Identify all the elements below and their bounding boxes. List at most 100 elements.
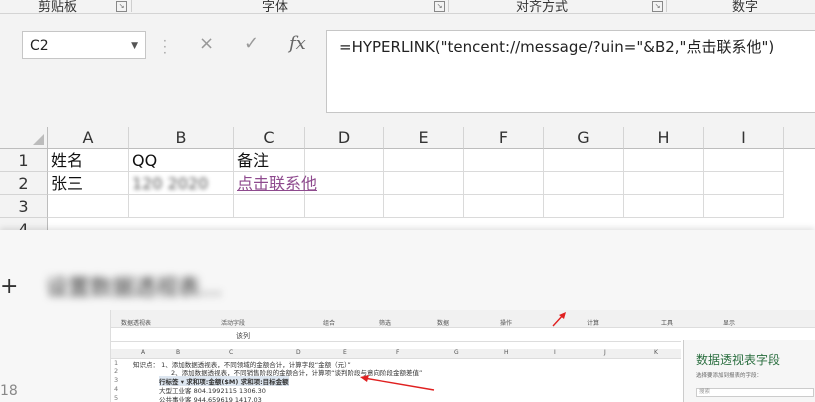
cell-c1[interactable]: 备注 [234, 149, 305, 172]
embedded-col-header: G [454, 349, 459, 356]
cell-b2[interactable]: 120 2020 [129, 172, 234, 195]
embedded-screenshot: 数据透视表 活动字段 组合 筛选 数据 操作 计算 工具 显示 该列 A B C… [110, 310, 815, 402]
cancel-icon[interactable]: × [199, 33, 214, 54]
cell-c2[interactable]: 点击联系他 [234, 172, 317, 195]
overlay-title-blurred: 设置数据透视表… [46, 276, 223, 301]
qq-number-blurred: 120 2020 [132, 174, 209, 193]
column-header-f[interactable]: F [464, 127, 544, 149]
column-header-next[interactable] [784, 127, 815, 149]
cell[interactable] [704, 149, 784, 172]
enter-check-icon[interactable]: ✓ [244, 33, 259, 54]
cell[interactable] [384, 195, 464, 218]
side-number: 18 [0, 383, 18, 399]
cell-b1[interactable]: QQ [129, 149, 234, 172]
embedded-formula-bar: 该列 [111, 329, 681, 342]
column-header-b[interactable]: B [129, 127, 234, 149]
embedded-row-number: 2 [114, 367, 119, 375]
font-launcher-icon[interactable]: ↘ [434, 1, 445, 12]
name-box-value: C2 [30, 38, 49, 54]
select-all-corner[interactable] [0, 127, 48, 149]
ribbon-divider [131, 0, 132, 12]
column-header-i[interactable]: I [704, 127, 784, 149]
clipboard-launcher-icon[interactable]: ↘ [116, 1, 127, 12]
ribbon-group-bar: 剪贴板 ↘ 字体 ↘ 对齐方式 ↘ 数字 [0, 0, 815, 15]
insert-function-button[interactable]: fx [289, 33, 306, 54]
cell[interactable] [384, 172, 464, 195]
ribbon-group-number: 数字 [732, 0, 759, 15]
embedded-row-number: 1 [114, 359, 119, 367]
column-header-c[interactable]: C [234, 127, 305, 149]
cell[interactable] [305, 195, 384, 218]
plus-icon[interactable]: + [0, 274, 18, 299]
ribbon-group-clipboard: 剪贴板 [38, 0, 78, 15]
embedded-row: 1 知识点： 1、添加数据透视表，不同领域的金额合计，计算字段“金额（元）” [111, 359, 681, 369]
embedded-col-header: K [654, 349, 658, 356]
column-header-d[interactable]: D [305, 127, 384, 149]
cell[interactable] [544, 172, 624, 195]
cell[interactable] [464, 195, 544, 218]
embedded-col-header: E [343, 349, 347, 356]
cell[interactable] [305, 149, 384, 172]
formula-text: =HYPERLINK("tencent://message/?uin="&B2,… [339, 38, 775, 56]
embedded-ribbon-label: 活动字段 [221, 320, 246, 327]
embedded-ribbon-label: 数据透视表 [121, 320, 152, 327]
column-header-e[interactable]: E [384, 127, 464, 149]
chevron-down-icon[interactable]: ▼ [131, 32, 138, 60]
worksheet-grid[interactable]: A B C D E F G H I 1 2 3 4 姓名 QQ 备注 张三 12… [0, 127, 815, 241]
embedded-column-headers: A B C D E F G H I J K [111, 349, 681, 359]
cell[interactable] [704, 195, 784, 218]
cell[interactable] [624, 149, 704, 172]
embedded-row-number: 4 [114, 385, 119, 393]
cell[interactable] [464, 172, 544, 195]
embedded-col-header: B [176, 349, 181, 356]
cell-a1[interactable]: 姓名 [48, 149, 129, 172]
embedded-row-number: 3 [114, 376, 119, 384]
row-header-1[interactable]: 1 [0, 149, 48, 172]
column-header-a[interactable]: A [48, 127, 129, 149]
embedded-col-header: I [554, 349, 556, 356]
embedded-formula-text: 该列 [236, 332, 250, 340]
embedded-row-text: 公共事业客 944.659619 1417.03 [159, 396, 262, 402]
embedded-ribbon-label: 显示 [723, 320, 736, 327]
embedded-ribbon-label: 组合 [323, 320, 336, 327]
cell[interactable] [384, 149, 464, 172]
cell[interactable] [305, 172, 384, 195]
drag-handle-icon[interactable]: · · · [163, 35, 167, 59]
embedded-ribbon: 数据透视表 活动字段 组合 筛选 数据 操作 计算 工具 显示 [111, 310, 815, 328]
embedded-ribbon-label: 数据 [437, 320, 450, 327]
column-header-h[interactable]: H [624, 127, 704, 149]
cell[interactable] [234, 195, 305, 218]
red-arrow-icon [360, 375, 435, 391]
alignment-launcher-icon[interactable]: ↘ [652, 1, 663, 12]
ribbon-group-font: 字体 [262, 0, 289, 15]
embedded-row: 5 公共事业客 944.659619 1417.03 [111, 394, 681, 402]
pivot-search-input[interactable]: 搜索 [696, 388, 814, 397]
row-header-3[interactable]: 3 [0, 195, 48, 218]
cell[interactable] [704, 172, 784, 195]
row-header-2[interactable]: 2 [0, 172, 48, 195]
cell-a2[interactable]: 张三 [48, 172, 129, 195]
name-box[interactable]: C2 ▼ [22, 31, 146, 59]
cell[interactable] [544, 195, 624, 218]
embedded-col-header: D [296, 349, 301, 356]
cell[interactable] [129, 195, 234, 218]
pivot-field-list-panel: 数据透视表字段 选择要添加到报表的字段： 搜索 [683, 340, 815, 402]
cell[interactable] [624, 195, 704, 218]
ribbon-divider [666, 0, 667, 12]
cell[interactable] [624, 172, 704, 195]
embedded-col-header: A [141, 349, 146, 356]
ribbon-divider [448, 0, 449, 12]
ribbon-group-alignment: 对齐方式 [516, 0, 569, 15]
embedded-col-header: H [504, 349, 509, 356]
cell[interactable] [464, 149, 544, 172]
column-header-g[interactable]: G [544, 127, 624, 149]
embedded-col-header: F [396, 349, 400, 356]
embedded-ribbon-label: 工具 [661, 320, 674, 327]
formula-input[interactable]: =HYPERLINK("tencent://message/?uin="&B2,… [326, 30, 815, 113]
pivot-panel-subtitle: 选择要添加到报表的字段： [696, 373, 763, 379]
cell[interactable] [544, 149, 624, 172]
embedded-ribbon-label: 操作 [500, 320, 513, 327]
embedded-row-number: 5 [114, 394, 119, 402]
cell[interactable] [48, 195, 129, 218]
embedded-ribbon-label: 筛选 [379, 320, 392, 327]
